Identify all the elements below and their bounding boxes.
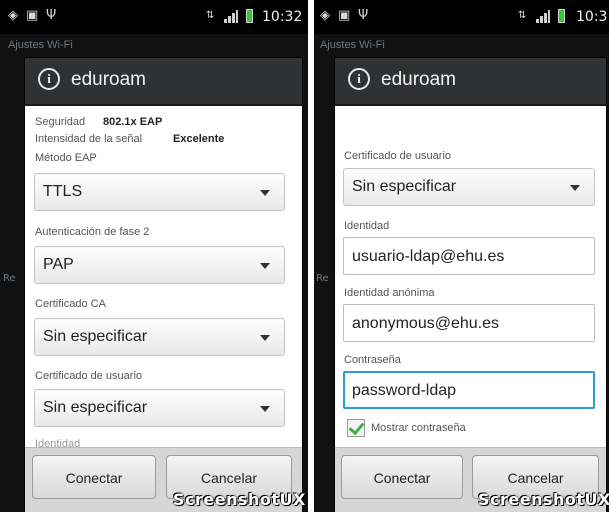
wifi-icon: ◈ bbox=[320, 8, 330, 23]
status-bar: ◈ ▣ Ψ ⇅ 10:32 bbox=[0, 0, 308, 34]
eap-method-label: Método EAP bbox=[35, 152, 97, 164]
user-cert-value: Sin especificar bbox=[352, 178, 457, 195]
ca-cert-select[interactable]: Sin especificar bbox=[34, 318, 285, 356]
usb-icon: Ψ bbox=[46, 8, 57, 23]
identity-input[interactable]: usuario-ldap@ehu.es bbox=[343, 237, 595, 275]
user-cert-value: Sin especificar bbox=[43, 399, 148, 416]
eap-method-value: TTLS bbox=[43, 183, 83, 200]
image-notification-icon: ▣ bbox=[26, 8, 39, 23]
signal-bars-icon bbox=[536, 10, 550, 23]
phone-screen-right: ◈ ▣ Ψ ⇅ 10:3 Ajustes Wi-Fi Re i eduroam … bbox=[314, 0, 609, 512]
checkmark-icon bbox=[348, 418, 365, 436]
eap-method-select[interactable]: TTLS bbox=[34, 173, 285, 211]
network-type-icon: ⇅ bbox=[518, 10, 527, 21]
network-dialog: i eduroam Seguridad 802.1x EAP Intensida… bbox=[25, 58, 302, 512]
connect-button[interactable]: Conectar bbox=[341, 455, 463, 499]
ca-cert-value: Sin especificar bbox=[43, 328, 148, 345]
security-value: 802.1x EAP bbox=[103, 116, 163, 128]
status-bar: ◈ ▣ Ψ ⇅ 10:3 bbox=[314, 0, 609, 34]
clock: 10:3 bbox=[576, 9, 608, 25]
anonymous-identity-value: anonymous@ehu.es bbox=[352, 315, 499, 332]
show-password-checkbox[interactable] bbox=[347, 418, 365, 437]
info-icon: i bbox=[38, 68, 60, 90]
password-label: Contraseña bbox=[344, 354, 401, 366]
user-cert-label: Certificado de usuario bbox=[35, 370, 143, 382]
background-row-label: Re bbox=[316, 273, 329, 284]
watermark: ScreenshotUX bbox=[478, 490, 609, 509]
security-label: Seguridad bbox=[35, 116, 86, 128]
identity-label: Identidad bbox=[344, 220, 390, 232]
watermark: ScreenshotUX bbox=[173, 490, 306, 509]
wifi-icon: ◈ bbox=[8, 8, 18, 23]
signal-value: Excelente bbox=[173, 133, 225, 145]
background-page-title: Ajustes Wi-Fi bbox=[320, 39, 385, 51]
phase2-select[interactable]: PAP bbox=[34, 246, 285, 284]
anonymous-identity-label: Identidad anónima bbox=[344, 287, 435, 299]
background-page-title: Ajustes Wi-Fi bbox=[8, 39, 73, 51]
battery-icon bbox=[246, 9, 253, 23]
dropdown-arrow-icon bbox=[260, 190, 270, 196]
network-dialog: i eduroam Certificado de usuario Sin esp… bbox=[335, 58, 606, 512]
phase2-label: Autenticación de fase 2 bbox=[35, 226, 150, 238]
password-input[interactable]: password-ldap bbox=[343, 371, 595, 409]
ca-cert-label: Certificado CA bbox=[35, 298, 106, 310]
dropdown-arrow-icon bbox=[570, 185, 580, 191]
signal-bars-icon bbox=[224, 10, 238, 23]
phone-screen-left: ◈ ▣ Ψ ⇅ 10:32 Ajustes Wi-Fi Re i eduroam… bbox=[0, 0, 308, 512]
dialog-title: eduroam bbox=[381, 69, 456, 90]
background-row-label: Re bbox=[3, 273, 16, 284]
info-icon: i bbox=[348, 68, 370, 90]
battery-icon bbox=[558, 9, 565, 23]
image-notification-icon: ▣ bbox=[338, 8, 351, 23]
dialog-header: i eduroam bbox=[25, 58, 302, 106]
signal-label: Intensidad de la señal bbox=[35, 133, 143, 145]
dialog-body[interactable]: Certificado de usuario Sin especificar I… bbox=[335, 106, 606, 448]
password-value: password-ldap bbox=[352, 382, 457, 399]
dialog-body[interactable]: Seguridad 802.1x EAP Intensidad de la se… bbox=[25, 106, 302, 448]
dropdown-arrow-icon bbox=[260, 406, 270, 412]
show-password-label[interactable]: Mostrar contraseña bbox=[371, 422, 466, 434]
dropdown-arrow-icon bbox=[260, 263, 270, 269]
dialog-header: i eduroam bbox=[335, 58, 606, 106]
user-cert-select[interactable]: Sin especificar bbox=[34, 389, 285, 427]
clock: 10:32 bbox=[262, 9, 303, 25]
anonymous-identity-input[interactable]: anonymous@ehu.es bbox=[343, 304, 595, 342]
connect-button[interactable]: Conectar bbox=[32, 455, 156, 499]
dropdown-arrow-icon bbox=[260, 335, 270, 341]
user-cert-label: Certificado de usuario bbox=[344, 150, 452, 162]
dialog-title: eduroam bbox=[71, 69, 146, 90]
phase2-value: PAP bbox=[43, 256, 74, 273]
identity-value: usuario-ldap@ehu.es bbox=[352, 248, 505, 265]
usb-icon: Ψ bbox=[358, 8, 369, 23]
network-type-icon: ⇅ bbox=[206, 10, 215, 21]
user-cert-select[interactable]: Sin especificar bbox=[343, 168, 595, 206]
